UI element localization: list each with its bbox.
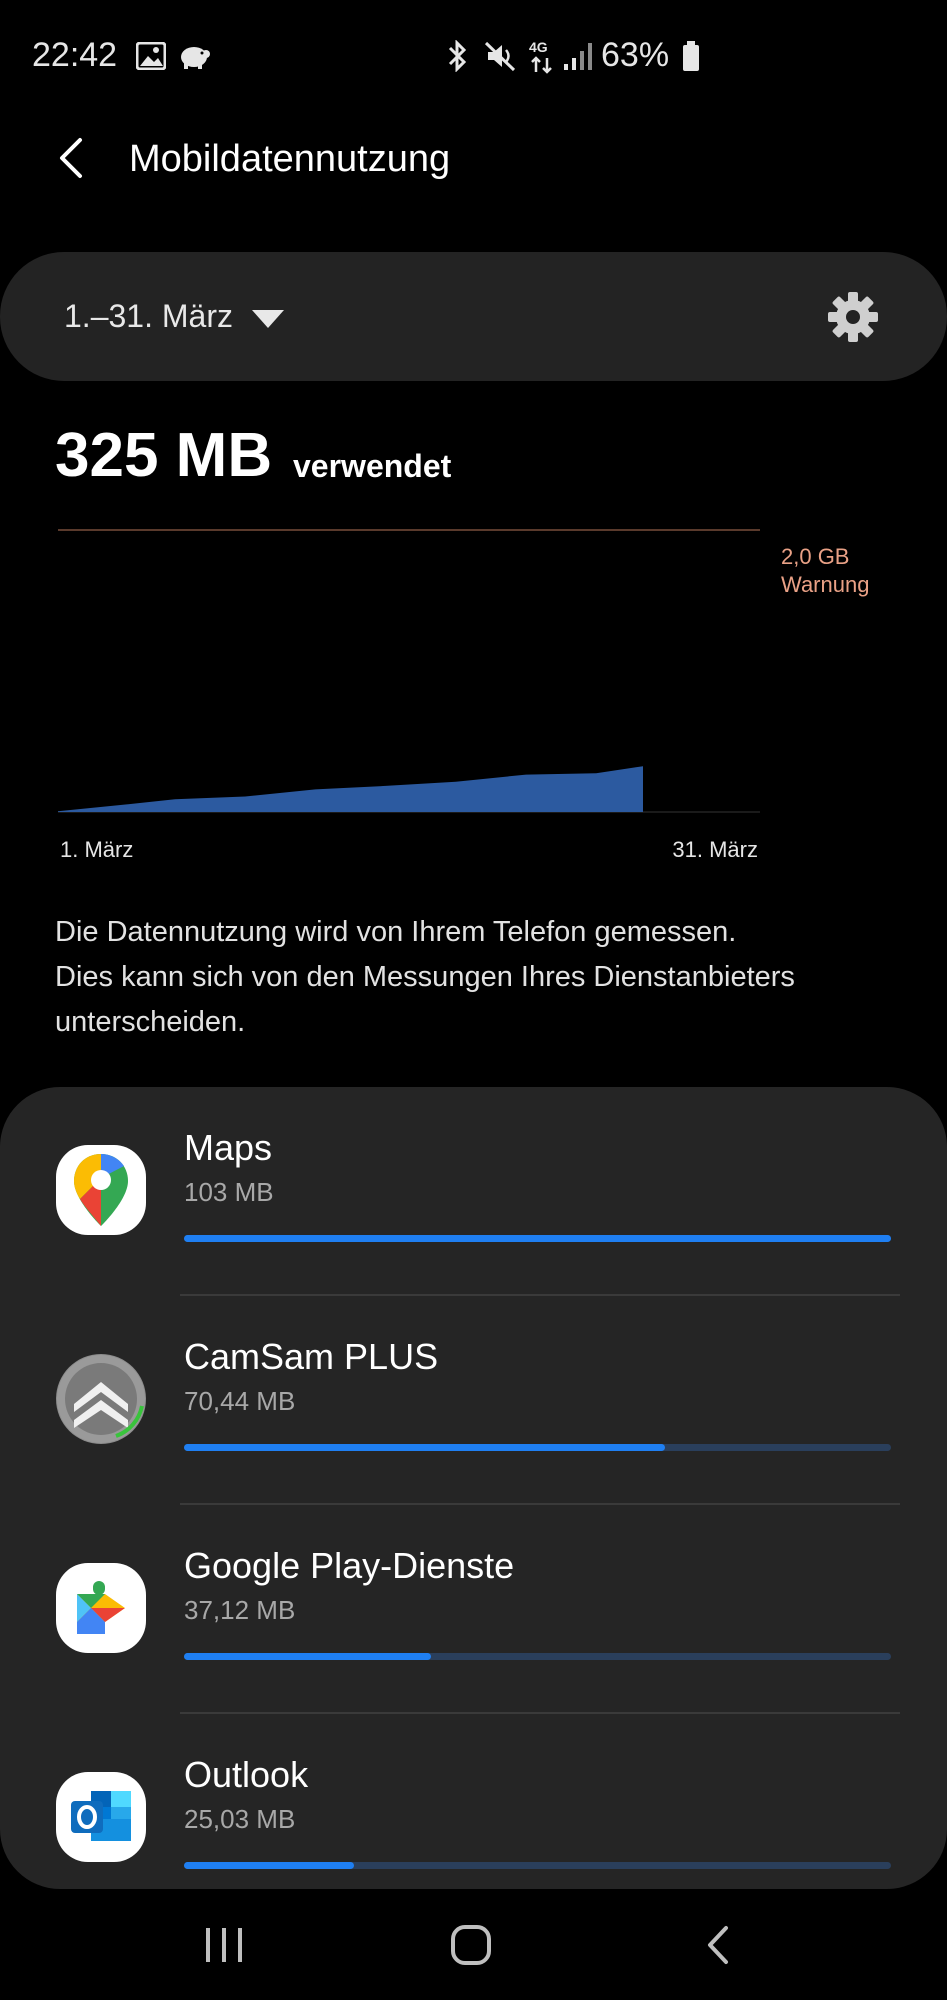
- app-name: Outlook: [184, 1754, 309, 1795]
- app-size: 103 MB: [184, 1177, 274, 1207]
- app-name: Google Play-Dienste: [184, 1545, 515, 1586]
- chevron-left-icon: [60, 138, 82, 178]
- google-play-services-icon: [56, 1563, 146, 1653]
- gallery-icon: [136, 42, 166, 70]
- app-name: CamSam PLUS: [184, 1336, 439, 1377]
- back-button[interactable]: [44, 130, 100, 186]
- app-size: 37,12 MB: [184, 1595, 296, 1625]
- svg-text:4G: 4G: [529, 39, 548, 55]
- status-bar: 22:42 4G 63%: [0, 0, 947, 110]
- period-label[interactable]: 1.–31. März: [64, 298, 233, 335]
- usage-area: [58, 766, 643, 812]
- outlook-icon: [56, 1772, 146, 1862]
- app-size: 70,44 MB: [184, 1386, 296, 1416]
- app-row-maps[interactable]: Maps 103 MB: [0, 1087, 947, 1296]
- app-size: 25,03 MB: [184, 1804, 296, 1834]
- dropdown-triangle-icon[interactable]: [252, 310, 284, 328]
- camsam-icon: [56, 1354, 146, 1444]
- app-row-google-play-services[interactable]: Google Play-Dienste 37,12 MB: [0, 1505, 947, 1714]
- signal-icon: [564, 43, 592, 70]
- usage-bar-fill: [184, 1653, 432, 1660]
- 4g-data-icon: 4G: [529, 39, 552, 74]
- app-usage-list: Maps 103 MB CamSam PLUS 70,44 MB Google …: [0, 1087, 947, 1889]
- info-line-2: Dies kann sich von den Messungen Ihres D…: [55, 961, 795, 993]
- usage-bar-track: [184, 1444, 891, 1451]
- battery-icon: [683, 41, 699, 71]
- home-icon[interactable]: [410, 1900, 540, 2000]
- x-end-label: 31. März: [672, 837, 758, 862]
- info-line-1: Die Datennutzung wird von Ihrem Telefon …: [55, 916, 737, 948]
- navigation-bar: [160, 1900, 785, 2000]
- app-row-outlook[interactable]: Outlook 25,03 MB: [0, 1714, 947, 1889]
- usage-bar-track: [184, 1653, 891, 1660]
- usage-chart: 2,0 GB Warnung 1. März 31. März: [58, 529, 869, 862]
- gear-icon[interactable]: [826, 290, 880, 344]
- usage-bar-track: [184, 1862, 891, 1869]
- usage-bar-track: [184, 1235, 891, 1242]
- back-icon[interactable]: [655, 1900, 785, 2000]
- usage-bar-fill: [184, 1444, 665, 1451]
- warning-value: 2,0 GB: [781, 544, 849, 569]
- info-line-3: unterscheiden.: [55, 1006, 246, 1038]
- app-name: Maps: [184, 1127, 273, 1168]
- used-amount: 325 MB: [55, 421, 273, 490]
- piggy-bank-icon: [181, 47, 210, 69]
- warning-label: Warnung: [781, 572, 869, 597]
- page-title: Mobildatennutzung: [129, 138, 451, 180]
- mute-icon: [484, 41, 516, 72]
- usage-bar-fill: [184, 1235, 891, 1242]
- bluetooth-icon: [448, 40, 467, 72]
- app-row-camsam[interactable]: CamSam PLUS 70,44 MB: [0, 1296, 947, 1505]
- battery-percentage: 63%: [601, 36, 670, 74]
- x-start-label: 1. März: [60, 837, 133, 862]
- info-text: Die Datennutzung wird von Ihrem Telefon …: [55, 910, 895, 1045]
- used-suffix: verwendet: [293, 448, 452, 484]
- recents-icon[interactable]: [160, 1900, 290, 2000]
- status-time: 22:42: [32, 36, 118, 74]
- usage-bar-fill: [184, 1862, 354, 1869]
- google-maps-icon: [56, 1145, 146, 1235]
